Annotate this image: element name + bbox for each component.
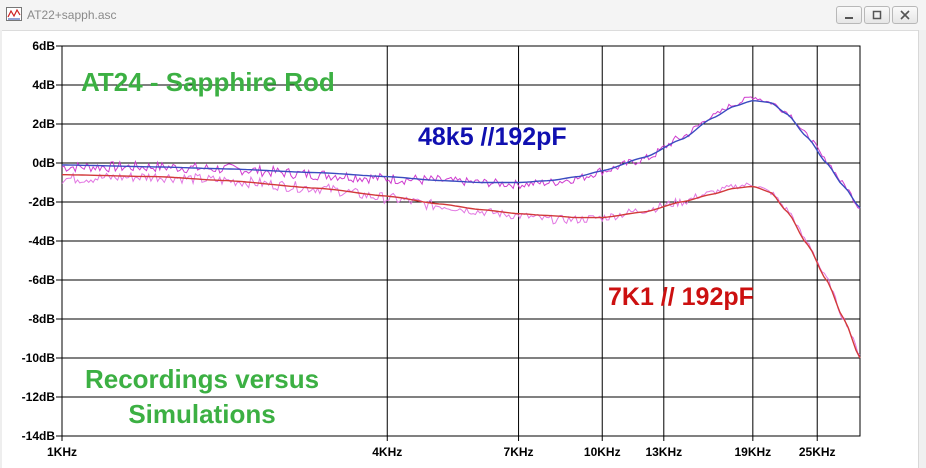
y-tick-label: -14dB [22, 429, 56, 443]
recording-line-7k1 [61, 171, 861, 356]
y-tick-label: 4dB [32, 78, 55, 92]
y-tick-label: -8dB [28, 312, 55, 326]
frequency-response-chart: 6dB 4dB 2dB 0dB -2dB -4dB -6dB -8dB -10dB -12dB -1… [22, 39, 861, 459]
y-tick-label: -4dB [28, 234, 55, 248]
y-tick-label: -12dB [22, 390, 56, 404]
series-label-7k1: 7K1 // 192pF [608, 283, 754, 311]
x-tick-label: 25KHz [799, 445, 836, 459]
y-tick-label: -6dB [28, 273, 55, 287]
x-tick-label: 7KHz [504, 445, 534, 459]
simulation-line-48k5 [61, 100, 861, 209]
y-tick-label: -10dB [22, 351, 56, 365]
x-tick-label: 19KHz [734, 445, 771, 459]
annotation-line: Recordings versus [85, 364, 319, 394]
recording-line-48k5 [61, 96, 861, 210]
series-label-48k5: 48k5 //192pF [418, 123, 567, 151]
y-tick-label: 0dB [32, 156, 55, 170]
y-tick-label: 6dB [32, 39, 55, 53]
annotation-line: Simulations [128, 399, 275, 429]
x-tick-label: 1KHz [47, 445, 77, 459]
x-tick-label: 4KHz [372, 445, 402, 459]
chart-title: AT24 - Sapphire Rod [81, 67, 335, 97]
x-tick-label: 10KHz [584, 445, 621, 459]
axes: 6dB 4dB 2dB 0dB -2dB -4dB -6dB -8dB -10dB -12dB -1… [22, 39, 836, 459]
y-tick-label: -2dB [28, 195, 55, 209]
y-tick-label: 2dB [32, 117, 55, 131]
x-tick-label: 13KHz [645, 445, 682, 459]
